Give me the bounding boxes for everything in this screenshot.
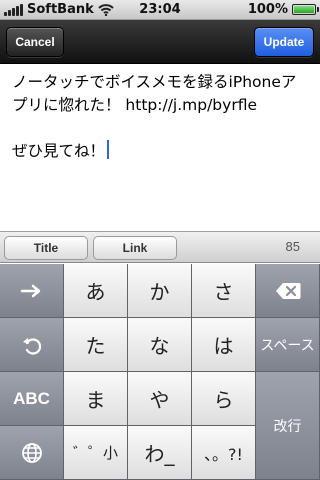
title-button[interactable]: Title [4, 236, 88, 260]
key-ma[interactable]: ま [64, 372, 128, 426]
delete-key[interactable] [256, 264, 320, 318]
key-ra[interactable]: ら [192, 372, 256, 426]
arrow-right-icon [20, 284, 40, 297]
next-candidate-key[interactable] [0, 264, 64, 318]
navigation-bar: Cancel Update [0, 20, 320, 64]
abc-key[interactable]: ABC [0, 372, 64, 426]
key-na[interactable]: な [128, 318, 192, 372]
key-sa[interactable]: さ [192, 264, 256, 318]
text-line-1: ノータッチでボイスメモを録るiPhoneアプリに惚れた！ http://j.mp… [12, 73, 297, 114]
battery-fill [294, 6, 314, 13]
delete-icon [275, 282, 300, 299]
character-count: 85 [285, 239, 300, 254]
globe-icon [21, 442, 42, 463]
tweet-text-area[interactable]: ノータッチでボイスメモを録るiPhoneアプリに惚れた！ http://j.mp… [0, 65, 320, 231]
battery-group: 100% [247, 2, 319, 17]
text-caret [107, 140, 110, 159]
status-bar: SoftBank 23:04 100% [0, 0, 320, 20]
key-ka[interactable]: か [128, 264, 192, 318]
space-key[interactable]: スペース [256, 318, 320, 372]
text-line-2: ぜひ見てね！ [12, 142, 106, 160]
key-dakuten[interactable]: ゛゜小 [64, 426, 128, 480]
return-key[interactable]: 改行 [256, 372, 320, 480]
globe-key[interactable] [0, 426, 64, 480]
link-button[interactable]: Link [93, 236, 177, 260]
update-button[interactable]: Update [254, 27, 314, 57]
battery-percent: 100% [247, 2, 288, 17]
undo-key[interactable] [0, 318, 64, 372]
battery-icon [292, 4, 319, 15]
kana-keyboard: あ か さ た な は スペース ABC ま や ら 改行 ゛゜小 わ_ 、。?… [0, 264, 320, 480]
key-punctuation[interactable]: 、。?! [192, 426, 256, 480]
key-a[interactable]: あ [64, 264, 128, 318]
compose-toolbar: Title Link 85 [0, 231, 320, 263]
undo-icon [22, 337, 41, 355]
key-ya[interactable]: や [128, 372, 192, 426]
key-ta[interactable]: た [64, 318, 128, 372]
key-wa[interactable]: わ_ [128, 426, 192, 480]
key-ha[interactable]: は [192, 318, 256, 372]
cancel-button[interactable]: Cancel [6, 27, 64, 57]
